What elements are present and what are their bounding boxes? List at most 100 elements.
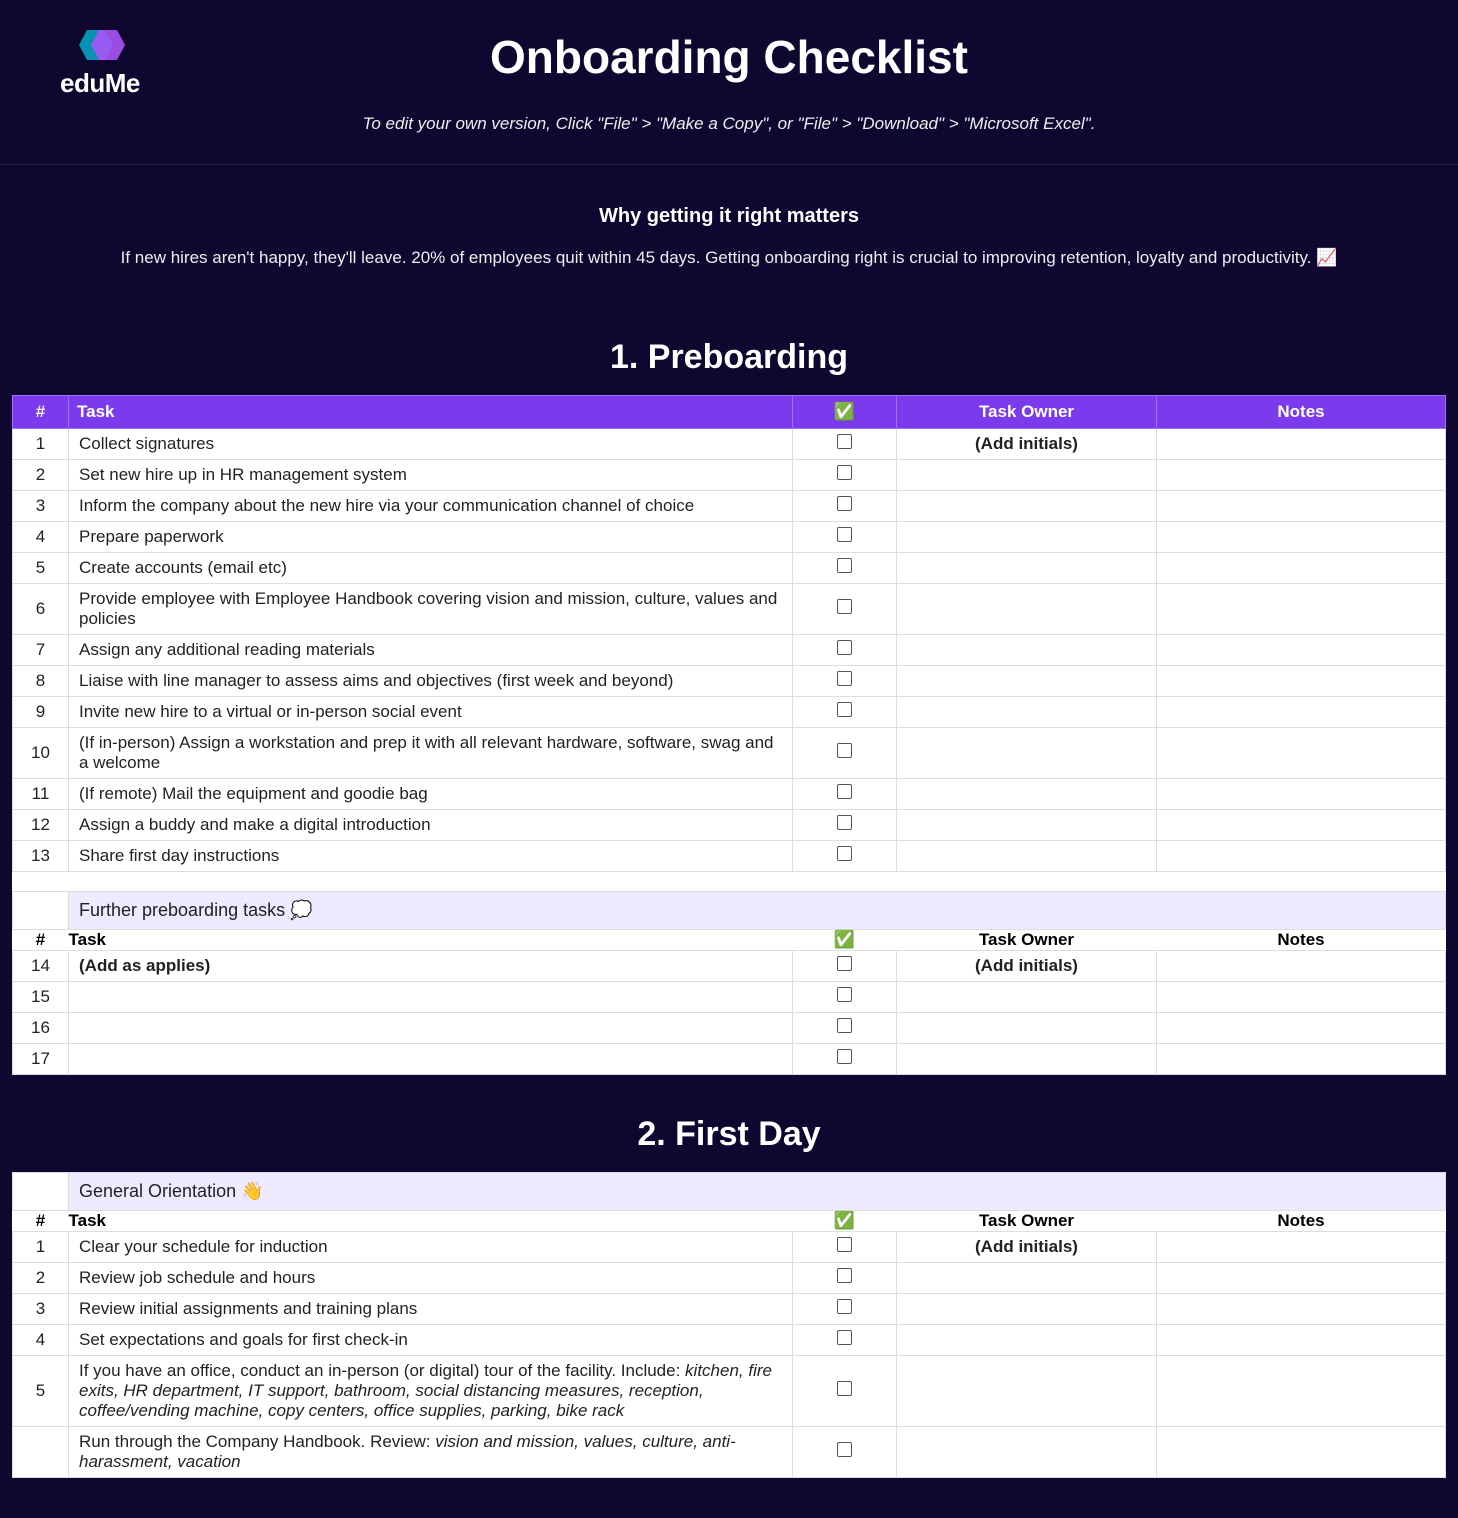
col-header-notes: Notes [1157, 1211, 1446, 1232]
table-row: 16 [13, 1013, 1446, 1044]
check-cell [793, 553, 897, 584]
notes-cell[interactable] [1157, 429, 1446, 460]
owner-cell[interactable] [897, 779, 1157, 810]
owner-cell[interactable] [897, 728, 1157, 779]
notes-cell[interactable] [1157, 841, 1446, 872]
checkbox[interactable] [837, 784, 852, 799]
owner-cell[interactable] [897, 460, 1157, 491]
notes-cell[interactable] [1157, 584, 1446, 635]
owner-cell[interactable] [897, 1294, 1157, 1325]
task-cell: (If remote) Mail the equipment and goodi… [69, 779, 793, 810]
table-row: 2Review job schedule and hours [13, 1263, 1446, 1294]
owner-cell[interactable] [897, 522, 1157, 553]
owner-cell[interactable] [897, 697, 1157, 728]
task-text-prefix: Run through the Company Handbook. Review… [79, 1432, 435, 1451]
checkbox[interactable] [837, 434, 852, 449]
checkbox[interactable] [837, 743, 852, 758]
col-header-notes: Notes [1157, 396, 1446, 429]
notes-cell[interactable] [1157, 728, 1446, 779]
row-number: 11 [13, 779, 69, 810]
notes-cell[interactable] [1157, 779, 1446, 810]
owner-cell[interactable] [897, 810, 1157, 841]
owner-cell[interactable] [897, 635, 1157, 666]
check-cell [793, 584, 897, 635]
notes-cell[interactable] [1157, 1325, 1446, 1356]
notes-cell[interactable] [1157, 697, 1446, 728]
owner-cell[interactable] [897, 491, 1157, 522]
owner-cell[interactable] [897, 1356, 1157, 1427]
checkbox[interactable] [837, 1018, 852, 1033]
notes-cell[interactable] [1157, 982, 1446, 1013]
col-header-check: ✅ [793, 396, 897, 429]
check-cell [793, 728, 897, 779]
notes-cell[interactable] [1157, 460, 1446, 491]
firstday-table: General Orientation 👋#Task✅Task OwnerNot… [12, 1172, 1446, 1478]
notes-cell[interactable] [1157, 1263, 1446, 1294]
checkbox[interactable] [837, 1268, 852, 1283]
checkbox[interactable] [837, 558, 852, 573]
checkbox[interactable] [837, 1049, 852, 1064]
checkbox[interactable] [837, 987, 852, 1002]
notes-cell[interactable] [1157, 810, 1446, 841]
notes-cell[interactable] [1157, 635, 1446, 666]
check-cell [793, 951, 897, 982]
owner-cell[interactable] [897, 841, 1157, 872]
owner-cell[interactable] [897, 1044, 1157, 1075]
notes-cell[interactable] [1157, 1427, 1446, 1478]
table-row: 13Share first day instructions [13, 841, 1446, 872]
checkbox[interactable] [837, 1330, 852, 1345]
checkbox[interactable] [837, 1381, 852, 1396]
owner-cell[interactable]: (Add initials) [897, 429, 1157, 460]
checkbox[interactable] [837, 640, 852, 655]
checkbox[interactable] [837, 815, 852, 830]
col-header-owner: Task Owner [897, 1211, 1157, 1232]
notes-cell[interactable] [1157, 553, 1446, 584]
notes-cell[interactable] [1157, 951, 1446, 982]
owner-cell[interactable] [897, 666, 1157, 697]
task-cell: Share first day instructions [69, 841, 793, 872]
notes-cell[interactable] [1157, 1013, 1446, 1044]
owner-cell[interactable] [897, 553, 1157, 584]
spacer-row [13, 872, 1446, 892]
owner-cell[interactable] [897, 1013, 1157, 1044]
intro-text: If new hires aren't happy, they'll leave… [60, 248, 1398, 268]
table-row: Run through the Company Handbook. Review… [13, 1427, 1446, 1478]
checkbox[interactable] [837, 496, 852, 511]
owner-cell[interactable] [897, 1427, 1157, 1478]
owner-cell[interactable] [897, 1263, 1157, 1294]
checkbox[interactable] [837, 1442, 852, 1457]
row-number: 8 [13, 666, 69, 697]
owner-cell[interactable]: (Add initials) [897, 1232, 1157, 1263]
check-cell [793, 522, 897, 553]
check-cell [793, 460, 897, 491]
checkbox[interactable] [837, 527, 852, 542]
checkbox[interactable] [837, 671, 852, 686]
notes-cell[interactable] [1157, 1356, 1446, 1427]
notes-cell[interactable] [1157, 666, 1446, 697]
task-cell: Prepare paperwork [69, 522, 793, 553]
checkbox[interactable] [837, 465, 852, 480]
table-row: 5Create accounts (email etc) [13, 553, 1446, 584]
owner-cell[interactable] [897, 584, 1157, 635]
notes-cell[interactable] [1157, 1294, 1446, 1325]
table-row: 6Provide employee with Employee Handbook… [13, 584, 1446, 635]
checkbox[interactable] [837, 702, 852, 717]
notes-cell[interactable] [1157, 1044, 1446, 1075]
notes-cell[interactable] [1157, 522, 1446, 553]
notes-cell[interactable] [1157, 491, 1446, 522]
checkbox[interactable] [837, 956, 852, 971]
checkbox[interactable] [837, 846, 852, 861]
page-header: eduMe Onboarding Checklist To edit your … [0, 0, 1458, 165]
checkbox[interactable] [837, 1299, 852, 1314]
owner-cell[interactable] [897, 1325, 1157, 1356]
row-number: 4 [13, 522, 69, 553]
subheader-text: Further preboarding tasks 💭 [69, 892, 1446, 930]
checkbox[interactable] [837, 599, 852, 614]
notes-cell[interactable] [1157, 1232, 1446, 1263]
owner-cell[interactable]: (Add initials) [897, 951, 1157, 982]
task-cell [69, 982, 793, 1013]
owner-cell[interactable] [897, 982, 1157, 1013]
row-number: 4 [13, 1325, 69, 1356]
checkbox[interactable] [837, 1237, 852, 1252]
check-cell [793, 491, 897, 522]
